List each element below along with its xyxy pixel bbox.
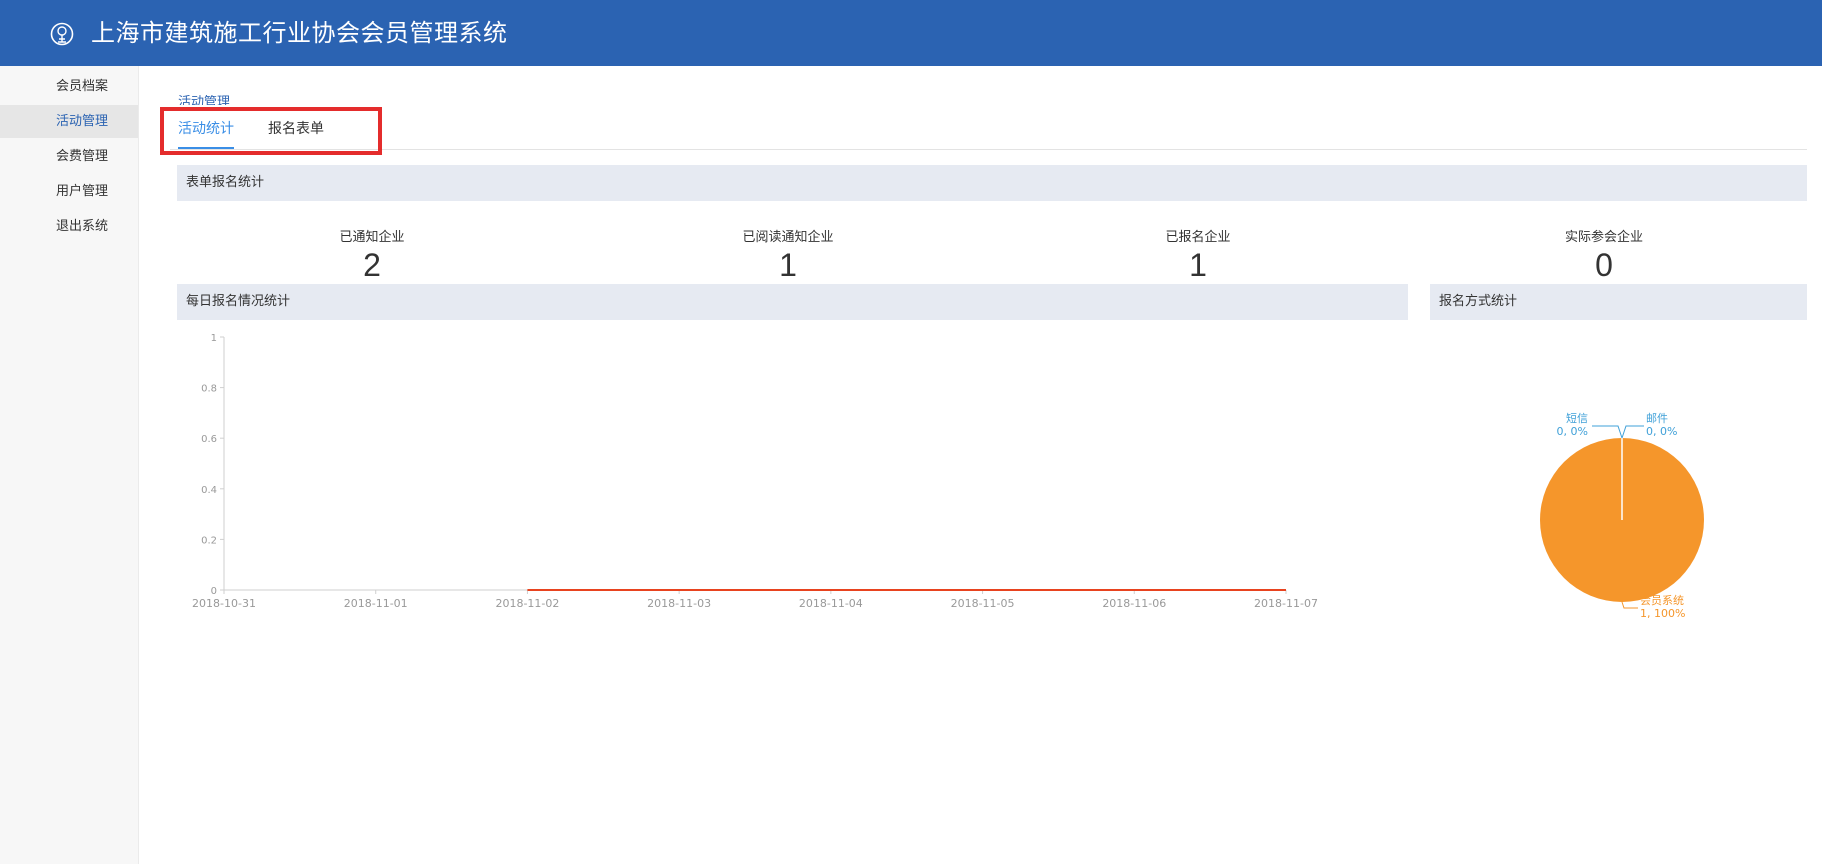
- stat-label: 实际参会企业: [1564, 230, 1643, 245]
- tab-divider: [170, 149, 1807, 150]
- stat-attended: 实际参会企业 0: [1404, 229, 1804, 281]
- y-tick-label: 0.6: [201, 434, 217, 445]
- pie-label-name: 邮件: [1646, 412, 1668, 425]
- sidebar-item-fee-management[interactable]: 会费管理: [0, 140, 138, 173]
- stat-value: 0: [1595, 247, 1613, 283]
- x-tick-label: 2018-11-06: [1102, 597, 1166, 610]
- pie-label-value: 0, 0%: [1557, 425, 1588, 438]
- stat-value: 1: [779, 247, 797, 283]
- x-tick-label: 2018-11-04: [799, 597, 863, 610]
- stat-label: 已通知企业: [339, 230, 405, 245]
- stat-registered: 已报名企业 1: [998, 229, 1398, 281]
- label-leader-email: [1621, 425, 1644, 439]
- x-tick-label: 2018-11-03: [647, 597, 711, 610]
- stat-read: 已阅读通知企业 1: [588, 229, 988, 281]
- section-header-daily: 每日报名情况统计: [177, 284, 1408, 320]
- section-header-method: 报名方式统计: [1430, 284, 1807, 320]
- sidebar-item-user-management[interactable]: 用户管理: [0, 175, 138, 208]
- y-tick-label: 0.2: [201, 535, 217, 546]
- sidebar-item-logout[interactable]: 退出系统: [0, 210, 138, 243]
- pie-label-name: 会员系统: [1640, 594, 1684, 607]
- section-title: 表单报名统计: [186, 175, 265, 190]
- pie-label-name: 短信: [1566, 411, 1588, 425]
- association-logo-icon: [50, 22, 74, 46]
- label-leader-member: [1621, 601, 1638, 609]
- daily-registration-line-chart: 0 0.2 0.4 0.6 0.8 1 2018-10-31 2018-11-01 2018-1…: [192, 333, 1318, 610]
- y-tick-label: 0.8: [201, 384, 217, 395]
- y-tick-label: 0.4: [201, 485, 217, 496]
- x-tick-label: 2018-11-05: [951, 597, 1015, 610]
- stat-label: 已阅读通知企业: [742, 230, 834, 245]
- sidebar-item-member-archive[interactable]: 会员档案: [0, 70, 138, 103]
- sidebar-item-activity-management[interactable]: 活动管理: [0, 105, 138, 138]
- stat-value: 2: [363, 247, 381, 283]
- stat-label: 已报名企业: [1165, 230, 1231, 245]
- pie-label-value: 0, 0%: [1646, 425, 1677, 438]
- x-tick-label: 2018-10-31: [192, 597, 256, 610]
- section-header-form-stats: 表单报名统计: [177, 165, 1807, 201]
- stat-value: 1: [1189, 247, 1207, 283]
- x-tick-label: 2018-11-02: [495, 597, 559, 610]
- y-tick-label: 0: [211, 586, 217, 597]
- registration-method-pie-chart: 短信0, 0%邮件0, 0%会员系统1, 100%: [1540, 411, 1704, 620]
- sidebar-nav: 会员档案 活动管理 会费管理 用户管理 退出系统: [0, 66, 139, 864]
- x-tick-label: 2018-11-01: [344, 597, 408, 610]
- y-tick-label: 1: [211, 333, 217, 344]
- section-title: 报名方式统计: [1439, 294, 1518, 309]
- breadcrumb: 活动管理: [178, 95, 231, 105]
- label-leader-sms: [1592, 425, 1623, 439]
- app-header: 上海市建筑施工行业协会会员管理系统: [0, 0, 1822, 66]
- section-title: 每日报名情况统计: [186, 294, 291, 309]
- pie-label-value: 1, 100%: [1640, 607, 1685, 620]
- x-tick-label: 2018-11-07: [1254, 597, 1318, 610]
- app-title: 上海市建筑施工行业协会会员管理系统: [91, 19, 508, 47]
- stat-notified: 已通知企业 2: [172, 229, 572, 281]
- highlight-annotation-box: [160, 107, 382, 155]
